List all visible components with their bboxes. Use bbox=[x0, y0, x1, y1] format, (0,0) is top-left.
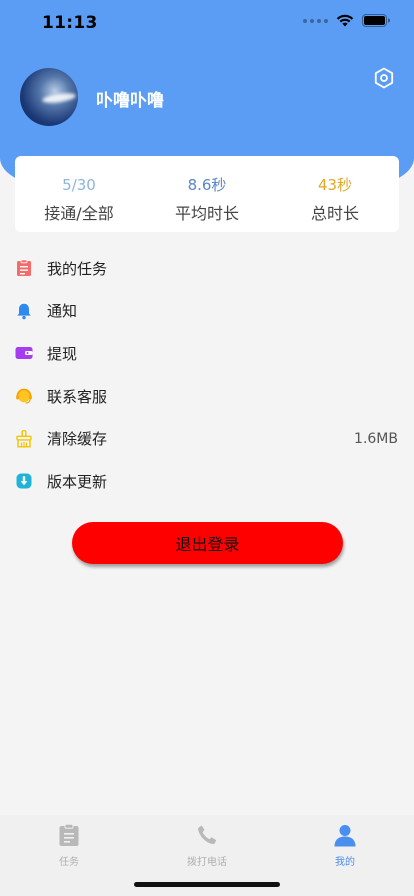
status-bar: 11:13 bbox=[0, 0, 414, 48]
stat-total-duration: 43秒 总时长 bbox=[271, 156, 399, 232]
stat-label: 总时长 bbox=[310, 204, 359, 223]
menu-label: 清除缓存 bbox=[47, 430, 108, 449]
wallet-icon bbox=[15, 344, 33, 362]
stat-average-duration: 8.6秒 平均时长 bbox=[143, 156, 271, 232]
wifi-icon bbox=[336, 14, 354, 27]
person-icon bbox=[333, 823, 357, 847]
avatar[interactable] bbox=[20, 68, 78, 126]
bell-icon bbox=[15, 302, 33, 320]
menu-list: 我的任务 通知 提现 联系客服 清除缓存 1.6MB 版本更新 bbox=[0, 247, 414, 503]
username: 卟噜卟噜 bbox=[96, 91, 164, 111]
stat-connected: 5/30 接通/全部 bbox=[15, 156, 143, 232]
phone-icon bbox=[195, 823, 219, 847]
menu-item-customer-service[interactable]: 联系客服 bbox=[0, 375, 414, 418]
tab-label: 拨打电话 bbox=[187, 857, 227, 868]
menu-item-notifications[interactable]: 通知 bbox=[0, 290, 414, 333]
stat-label: 平均时长 bbox=[174, 204, 239, 223]
tab-label: 我的 bbox=[335, 857, 355, 868]
settings-button[interactable] bbox=[372, 66, 396, 90]
menu-item-my-tasks[interactable]: 我的任务 bbox=[0, 247, 414, 290]
status-time: 11:13 bbox=[42, 13, 98, 33]
menu-item-version-update[interactable]: 版本更新 bbox=[0, 460, 414, 503]
tab-label: 任务 bbox=[59, 857, 79, 868]
tab-tasks[interactable]: 任务 bbox=[0, 815, 138, 896]
tab-mine[interactable]: 我的 bbox=[276, 815, 414, 896]
menu-label: 我的任务 bbox=[47, 259, 108, 278]
stat-value: 5/30 bbox=[62, 176, 96, 194]
task-icon bbox=[57, 823, 81, 847]
signal-icon bbox=[303, 18, 328, 23]
menu-label: 联系客服 bbox=[47, 387, 108, 406]
menu-label: 提现 bbox=[47, 344, 78, 363]
update-icon bbox=[15, 472, 33, 490]
menu-item-clear-cache[interactable]: 清除缓存 1.6MB bbox=[0, 417, 414, 460]
cache-icon bbox=[15, 429, 33, 448]
stat-label: 接通/全部 bbox=[44, 204, 114, 223]
stat-value: 43秒 bbox=[317, 176, 353, 194]
menu-label: 通知 bbox=[47, 302, 78, 321]
stats-card: 5/30 接通/全部 8.6秒 平均时长 43秒 总时长 bbox=[15, 156, 399, 232]
battery-icon bbox=[362, 14, 390, 27]
status-indicators bbox=[303, 14, 390, 27]
menu-label: 版本更新 bbox=[47, 472, 108, 491]
home-indicator bbox=[134, 882, 280, 887]
headset-icon bbox=[15, 387, 33, 405]
clipboard-icon bbox=[15, 259, 33, 277]
menu-item-withdraw[interactable]: 提现 bbox=[0, 332, 414, 375]
stat-value: 8.6秒 bbox=[187, 176, 227, 194]
logout-button[interactable]: 退出登录 bbox=[72, 522, 343, 564]
settings-hexagon-icon bbox=[374, 67, 394, 89]
cache-size-value: 1.6MB bbox=[354, 430, 398, 447]
